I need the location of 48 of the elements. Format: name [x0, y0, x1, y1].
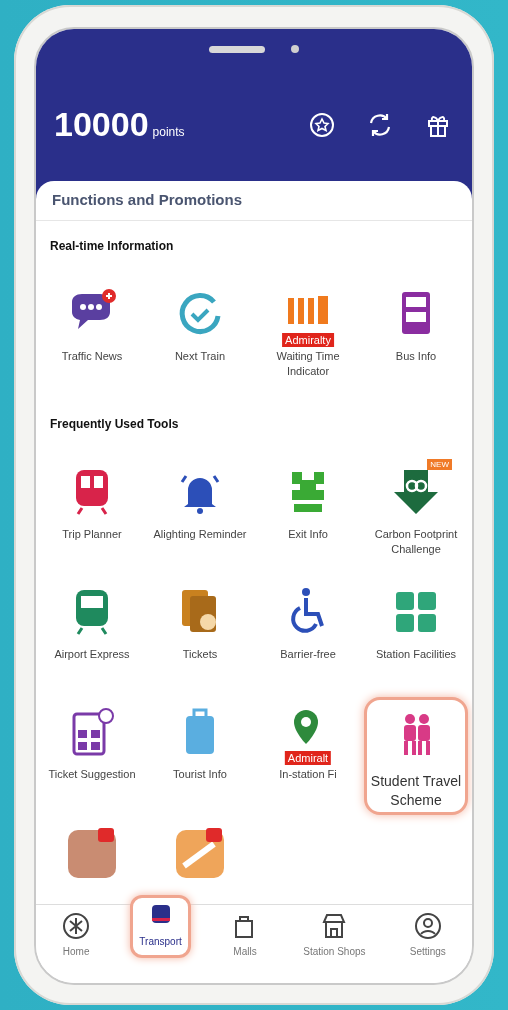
points-unit: points	[152, 124, 185, 139]
function-tile[interactable]: NEW Carbon Footprint Challenge	[362, 457, 470, 577]
function-tile[interactable]: Station Facilities	[362, 577, 470, 697]
function-tile[interactable]: Traffic News	[38, 279, 146, 399]
function-label: Exit Info	[288, 527, 328, 542]
function-tile[interactable]: Barrier-free	[254, 577, 362, 697]
function-label: Next Train	[174, 349, 226, 364]
function-tile[interactable]: Tickets	[146, 577, 254, 697]
function-tile[interactable]: Trip Planner	[38, 457, 146, 577]
function-label: Barrier-free	[280, 647, 336, 662]
star-button[interactable]	[308, 110, 336, 139]
points-value: 10000	[54, 105, 149, 144]
function-tile[interactable]: Airport Express	[38, 577, 146, 697]
function-tile[interactable]: Ticket Suggestion	[38, 697, 146, 817]
tag-label: Admiralty	[282, 333, 334, 347]
function-label: In-station Fi	[279, 767, 337, 782]
function-label: Ticket Suggestion	[48, 767, 136, 782]
function-tile[interactable]: Exit Info	[254, 457, 362, 577]
function-label: Station Facilities	[375, 647, 457, 662]
function-tile[interactable]: Admiralty Waiting Time Indicator	[254, 279, 362, 399]
tag-label: NEW	[427, 459, 452, 470]
function-tile[interactable]: Student Travel Scheme	[364, 697, 468, 815]
function-label: Alighting Reminder	[153, 527, 247, 542]
function-tile[interactable]: Bus Info	[362, 279, 470, 399]
function-label: Carbon Footprint Challenge	[373, 527, 459, 557]
function-label: Tickets	[182, 647, 218, 662]
function-tile[interactable]: Next Train	[146, 279, 254, 399]
app-icon	[66, 826, 118, 878]
logo-icon	[62, 912, 91, 940]
panel-title: Functions and Promotions	[36, 181, 472, 221]
function-label: Airport Express	[54, 647, 130, 662]
tab-item[interactable]: Transport	[130, 895, 191, 958]
tag-label: Admiralt	[284, 751, 332, 765]
camera-dot	[291, 45, 299, 53]
function-tile[interactable]: Admiralt In-station Fi	[254, 697, 362, 817]
function-tile[interactable]: Alighting Reminder	[146, 457, 254, 577]
function-tile[interactable]: Tourist Info	[146, 697, 254, 817]
function-label: Waiting Time Indicator	[275, 349, 341, 379]
section-title: Real-time Information	[49, 238, 175, 253]
function-label: Tourist Info	[173, 767, 227, 782]
function-label: Bus Info	[395, 349, 437, 364]
section-title: Frequently Used Tools	[49, 416, 180, 431]
function-label: Student Travel Scheme	[369, 772, 463, 810]
user-circle-icon	[413, 912, 442, 940]
app-icon	[174, 826, 226, 878]
speaker-grille	[209, 45, 265, 53]
function-label: Trip Planner	[62, 527, 122, 542]
function-label: Traffic News	[61, 349, 123, 364]
